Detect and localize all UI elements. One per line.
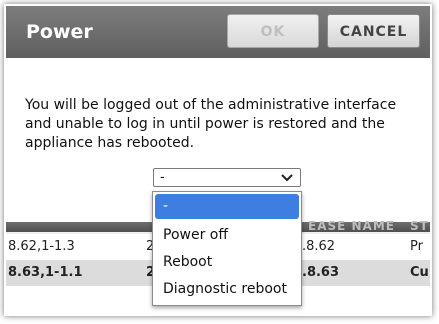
table-cell: Pr: [410, 239, 423, 254]
dialog-title: Power: [26, 21, 93, 43]
option-none[interactable]: -: [155, 194, 299, 219]
cancel-button[interactable]: CANCEL: [327, 14, 420, 48]
table-cell: Cu: [410, 265, 429, 280]
table-cell: 8.63,1-1.1: [8, 265, 83, 280]
column-header-status: ST: [410, 219, 429, 233]
option-reboot[interactable]: Reboot: [155, 250, 299, 275]
option-diagnostic-reboot[interactable]: Diagnostic reboot: [155, 277, 299, 302]
dialog-title-bar: Power OK CANCEL: [6, 6, 430, 58]
power-action-dropdown-list: - Power off Reboot Diagnostic reboot: [152, 191, 302, 306]
chevron-down-icon: [278, 168, 296, 187]
table-cell: .8.62: [302, 239, 336, 254]
power-action-select[interactable]: -: [153, 168, 301, 187]
option-power-off[interactable]: Power off: [155, 223, 299, 248]
select-current-value: -: [160, 170, 165, 185]
table-cell: 8.62,1-1.3: [8, 239, 75, 254]
column-header-release-name: EASE NAME: [308, 219, 395, 233]
dialog-message: You will be logged out of the administra…: [25, 97, 397, 151]
ok-button[interactable]: OK: [227, 14, 319, 48]
table-cell: .8.63: [302, 265, 340, 280]
